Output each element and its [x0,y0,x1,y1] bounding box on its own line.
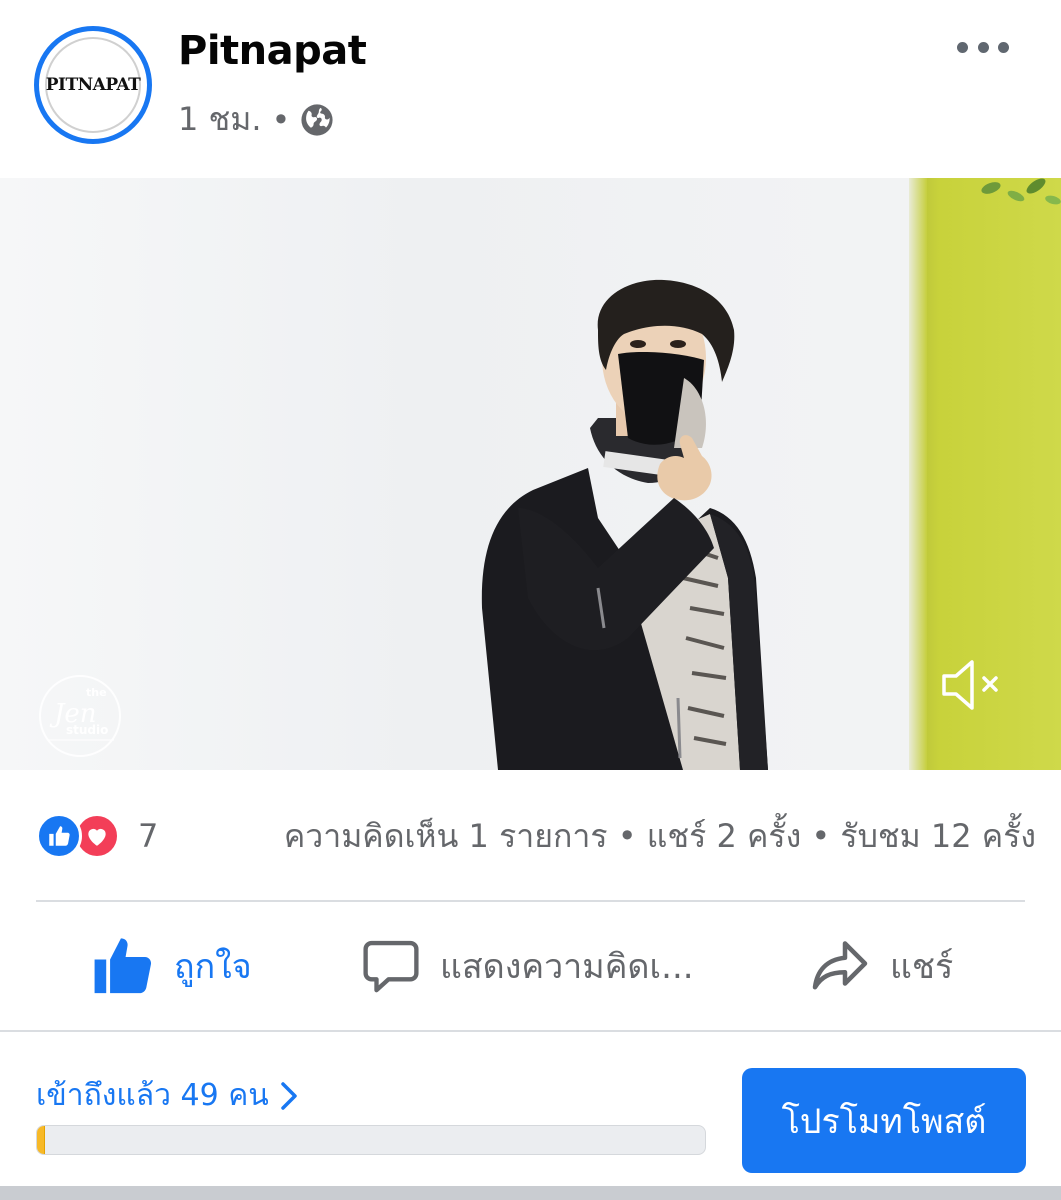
share-arrow-icon [812,941,868,990]
reaction-count: 7 [138,817,159,855]
reach-text: เข้าถึงแล้ว 49 คน [36,1078,269,1113]
post-header: PITNAPAT Pitnapat 1 ชม. • [0,0,1061,178]
person-figure [481,279,768,770]
like-icon [36,813,82,859]
page-avatar[interactable]: PITNAPAT [34,26,152,144]
divider [36,900,1025,902]
divider [0,1030,1061,1032]
plant-leaves [981,178,1061,205]
post-time[interactable]: 1 ชม. [178,94,262,145]
volume-muted-icon[interactable] [940,658,1002,712]
feed-separator [0,1186,1061,1200]
more-dot [957,41,968,53]
more-dot [977,41,989,53]
share-label: แชร์ [890,947,954,987]
engagement-stats: 7 ความคิดเห็น 1 รายการ • แชร์ 2 ครั้ง • … [36,808,1036,864]
like-label: ถูกใจ [174,947,252,987]
reach-link[interactable]: เข้าถึงแล้ว 49 คน [36,1072,299,1119]
studio-watermark-logo: the Jen studio [39,675,121,757]
svg-text:studio: studio [66,723,108,737]
avatar-logo: PITNAPAT [45,37,141,133]
post-meta: 1 ชม. • [178,94,334,145]
meta-separator: • [271,100,291,139]
post-actions: ถูกใจ แสดงความคิดเ... แชร์ [0,905,1061,1027]
chevron-right-icon [281,1081,297,1110]
promote-post-button[interactable]: โปรโมทโพสต์ [742,1068,1026,1173]
comment-label: แสดงความคิดเ... [440,947,694,987]
reach-progress-bar [36,1125,706,1155]
like-button[interactable]: ถูกใจ [92,905,252,1027]
svg-text:the: the [86,686,107,699]
comment-button[interactable]: แสดงความคิดเ... [362,905,694,1027]
thumbs-up-icon [94,938,152,994]
reaction-summary[interactable]: 7 [36,813,158,859]
avatar-logo-text: PITNAPAT [45,75,141,95]
reach-progress-fill [37,1126,46,1154]
more-dot [998,41,1009,53]
post-video[interactable]: the Jen studio [0,178,1061,770]
comment-icon [363,940,419,993]
page-name[interactable]: Pitnapat [178,28,367,74]
comments-shares-views[interactable]: ความคิดเห็น 1 รายการ • แชร์ 2 ครั้ง • รั… [284,811,1036,862]
globe-icon [301,103,333,136]
share-button[interactable]: แชร์ [810,905,953,1027]
more-options-button[interactable] [957,36,1009,58]
